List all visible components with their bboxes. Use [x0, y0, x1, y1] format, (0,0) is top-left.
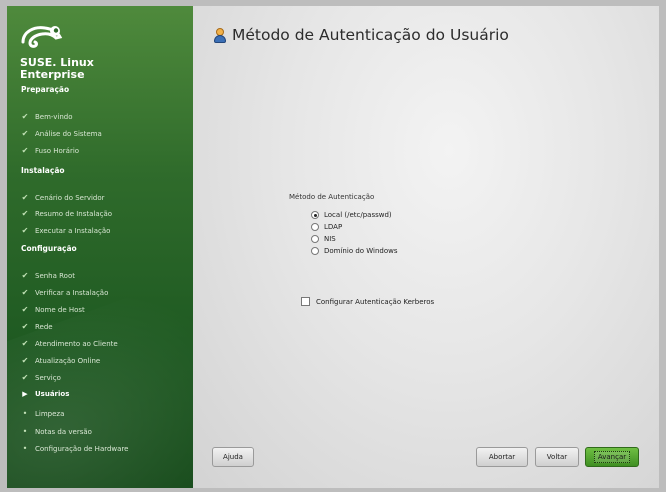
bullet-icon: • — [22, 427, 28, 436]
brand-line2: Enterprise — [20, 68, 85, 81]
radio-button[interactable] — [311, 223, 319, 231]
step-limpeza: • Limpeza — [21, 409, 65, 418]
product-brand: SUSE. Linux Enterprise — [20, 57, 94, 81]
help-button[interactable]: Ajuda — [212, 447, 254, 467]
step-label: Executar a Instalação — [35, 226, 111, 235]
step-label: Atualização Online — [35, 356, 101, 365]
auth-method-group-label: Método de Autenticação — [289, 193, 375, 201]
radio-label[interactable]: Local (/etc/passwd) — [324, 211, 392, 219]
step-label: Fuso Horário — [35, 146, 80, 155]
step-senha-root: ✔ Senha Root — [21, 271, 75, 280]
step-servico: ✔ Serviço — [21, 373, 61, 382]
radio-label[interactable]: Domínio do Windows — [324, 247, 398, 255]
step-label: Resumo de Instalação — [35, 209, 113, 218]
main-panel: Método de Autenticação do Usuário Método… — [193, 6, 659, 488]
step-label: Serviço — [35, 373, 61, 382]
radio-label[interactable]: NIS — [324, 235, 336, 243]
page-title: Método de Autenticação do Usuário — [232, 26, 509, 44]
radio-button[interactable] — [311, 235, 319, 243]
section-configuracao: Configuração — [21, 244, 77, 253]
step-notas-versao: • Notas da versão — [21, 427, 92, 436]
step-label: Limpeza — [35, 409, 65, 418]
checkmark-icon: ✔ — [21, 112, 29, 121]
user-icon — [214, 27, 226, 44]
step-label: Notas da versão — [35, 427, 92, 436]
bullet-icon: • — [22, 444, 28, 453]
step-label: Bem-vindo — [35, 112, 73, 121]
radio-dominio-windows[interactable]: Domínio do Windows — [311, 247, 398, 255]
step-nome-host: ✔ Nome de Host — [21, 305, 85, 314]
step-label: Usuários — [35, 390, 70, 398]
step-analise-sistema: ✔ Análise do Sistema — [21, 129, 102, 138]
checkmark-icon: ✔ — [21, 129, 29, 138]
step-label: Configuração de Hardware — [35, 444, 129, 453]
step-label: Senha Root — [35, 271, 75, 280]
checkmark-icon: ✔ — [21, 226, 29, 235]
checkmark-icon: ✔ — [21, 288, 29, 297]
bullet-icon: • — [22, 409, 28, 418]
back-button[interactable]: Voltar — [535, 447, 579, 467]
step-executar-instalacao: ✔ Executar a Instalação — [21, 226, 111, 235]
kerberos-checkbox[interactable] — [301, 297, 310, 306]
checkmark-icon: ✔ — [21, 193, 29, 202]
radio-label[interactable]: LDAP — [324, 223, 342, 231]
checkmark-icon: ✔ — [21, 305, 29, 314]
step-configuracao-hardware: • Configuração de Hardware — [21, 444, 129, 453]
step-label: Rede — [35, 322, 53, 331]
checkmark-icon: ✔ — [21, 373, 29, 382]
radio-nis[interactable]: NIS — [311, 235, 336, 243]
sidebar: SUSE. Linux Enterprise Preparação ✔ Bem-v… — [7, 6, 193, 488]
step-label: Atendimento ao Cliente — [35, 339, 118, 348]
step-label: Verificar a Instalação — [35, 288, 109, 297]
abort-button-label: Abortar — [488, 453, 516, 461]
checkmark-icon: ✔ — [21, 209, 29, 218]
help-button-label: Ajuda — [223, 453, 243, 461]
step-bem-vindo: ✔ Bem-vindo — [21, 112, 73, 121]
step-label: Cenário do Servidor — [35, 193, 105, 202]
radio-button[interactable] — [311, 247, 319, 255]
current-step-arrow-icon: ▶ — [22, 390, 28, 398]
checkmark-icon: ✔ — [21, 271, 29, 280]
installer-window: SUSE. Linux Enterprise Preparação ✔ Bem-v… — [0, 0, 666, 492]
step-verificar-instalacao: ✔ Verificar a Instalação — [21, 288, 109, 297]
next-button[interactable]: Avançar — [585, 447, 639, 467]
step-atualizacao-online: ✔ Atualização Online — [21, 356, 101, 365]
step-atendimento-cliente: ✔ Atendimento ao Cliente — [21, 339, 118, 348]
step-fuso-horario: ✔ Fuso Horário — [21, 146, 79, 155]
radio-button-selected[interactable] — [311, 211, 319, 219]
section-instalacao: Instalação — [21, 166, 65, 175]
page-header: Método de Autenticação do Usuário — [214, 26, 509, 44]
suse-chameleon-logo-icon — [21, 26, 63, 48]
step-resumo-instalacao: ✔ Resumo de Instalação — [21, 209, 112, 218]
section-preparacao: Preparação — [21, 85, 70, 94]
step-label: Análise do Sistema — [35, 129, 102, 138]
radio-ldap[interactable]: LDAP — [311, 223, 342, 231]
step-usuarios: ▶ Usuários — [21, 390, 69, 398]
checkmark-icon: ✔ — [21, 356, 29, 365]
back-button-label: Voltar — [546, 453, 568, 461]
abort-button[interactable]: Abortar — [476, 447, 528, 467]
step-cenario-servidor: ✔ Cenário do Servidor — [21, 193, 105, 202]
step-rede: ✔ Rede — [21, 322, 53, 331]
kerberos-label[interactable]: Configurar Autenticação Kerberos — [316, 298, 434, 306]
checkmark-icon: ✔ — [21, 322, 29, 331]
step-label: Nome de Host — [35, 305, 85, 314]
next-button-label: Avançar — [593, 451, 631, 463]
kerberos-checkbox-row[interactable]: Configurar Autenticação Kerberos — [301, 297, 434, 306]
checkmark-icon: ✔ — [21, 339, 29, 348]
radio-local[interactable]: Local (/etc/passwd) — [311, 211, 392, 219]
checkmark-icon: ✔ — [21, 146, 29, 155]
